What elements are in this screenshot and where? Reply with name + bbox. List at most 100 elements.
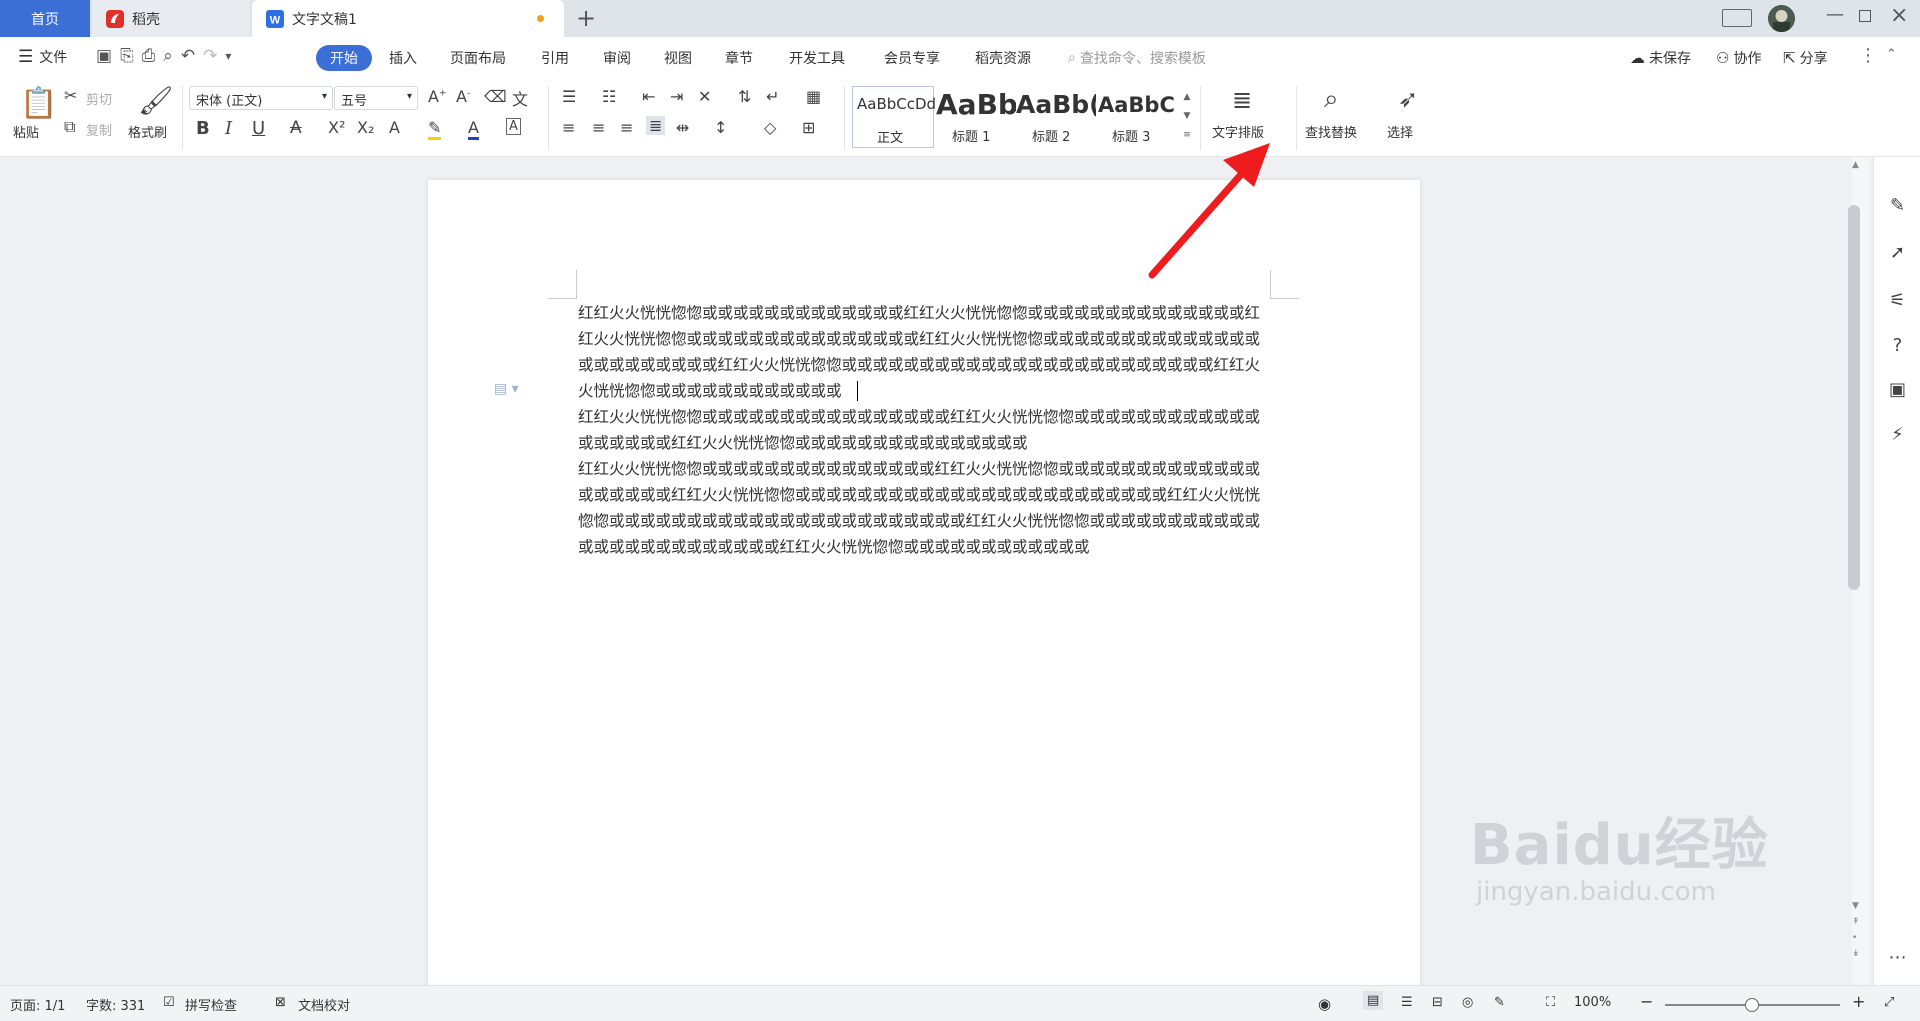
collab-button[interactable]: ⚇ 协作 — [1716, 48, 1761, 68]
word-count[interactable]: 字数: 331 — [86, 995, 145, 1014]
paragraph-2[interactable]: 红红火火恍恍惚惚或或或或或或或或或或或或或或或或红红火火恍恍惚惚或或或或或或或或… — [578, 404, 1270, 456]
format-painter-button[interactable]: 格式刷 — [128, 122, 167, 141]
command-search[interactable]: ⌕ 查找命令、搜索模板 — [1068, 48, 1206, 68]
page-count[interactable]: 页面: 1/1 — [10, 995, 65, 1014]
sort-icon[interactable]: ⇅ — [738, 87, 751, 106]
align-right-icon[interactable]: ≡ — [620, 118, 633, 137]
tab-home[interactable]: 首页 — [0, 0, 90, 37]
avatar[interactable] — [1768, 5, 1795, 32]
justify-icon[interactable]: ≣ — [646, 116, 666, 135]
underline-icon[interactable]: U — [252, 118, 265, 139]
find-replace-icon[interactable]: ⌕ — [1324, 84, 1339, 115]
font-family-select[interactable]: 宋体 (正文) ▾ — [189, 86, 333, 110]
chevron-up-icon[interactable]: ▲ — [1180, 88, 1194, 107]
italic-icon[interactable]: I — [225, 118, 232, 139]
align-left-icon[interactable]: ≡ — [562, 118, 575, 137]
proofread-button[interactable]: 文档校对 — [298, 995, 350, 1014]
bold-icon[interactable]: B — [196, 118, 210, 139]
save-icon[interactable]: ▣ — [96, 46, 112, 66]
char-border-icon[interactable]: A — [506, 118, 521, 135]
chinese-layout-icon[interactable]: ✕ — [698, 87, 711, 106]
eye-icon[interactable]: ◉ — [1318, 995, 1331, 1013]
zoom-level[interactable]: 100% — [1574, 995, 1611, 1010]
spell-check-checkbox-icon[interactable]: ☑ — [163, 995, 175, 1010]
pointer-icon[interactable]: ➚ — [1874, 242, 1920, 263]
style-normal[interactable]: AaBbCcDd 正文 — [852, 86, 936, 148]
copy-icon[interactable]: ⧉ — [64, 117, 75, 137]
paragraph-3[interactable]: 红红火火恍恍惚惚或或或或或或或或或或或或或或或红红火火恍恍惚惚或或或或或或或或或… — [578, 456, 1270, 560]
tab-daoke[interactable]: 稻壳 — [92, 0, 250, 37]
subscript-icon[interactable]: X₂ — [357, 118, 374, 137]
adjust-icon[interactable]: ⚟ — [1874, 290, 1920, 311]
zoom-in-icon[interactable]: + — [1852, 992, 1865, 1011]
more-dots-icon[interactable]: ⋯ — [1874, 947, 1920, 968]
scrollbar-thumb[interactable] — [1848, 205, 1860, 590]
font-color-icon[interactable]: A — [468, 118, 479, 140]
text-layout-icon[interactable]: ≣ — [1232, 86, 1252, 114]
select-button[interactable]: 选择 — [1387, 122, 1413, 141]
more-icon[interactable]: ⋮ — [1859, 45, 1877, 66]
tab-daoke-resources[interactable]: 稻壳资源 — [975, 48, 1031, 68]
tab-review[interactable]: 审阅 — [603, 48, 631, 68]
paste-button[interactable]: 粘贴 — [13, 122, 39, 141]
paragraph-1[interactable]: 红红火火恍恍惚惚或或或或或或或或或或或或或红红火火恍恍惚惚或或或或或或或或或或或… — [578, 300, 1270, 404]
shading-icon[interactable]: ◇ — [764, 118, 776, 137]
export-pdf-icon[interactable]: ⎘ — [120, 46, 134, 66]
tab-page-layout[interactable]: 页面布局 — [450, 48, 506, 68]
tab-references[interactable]: 引用 — [541, 48, 569, 68]
unsaved-button[interactable]: ☁ 未保存 — [1630, 48, 1691, 68]
help-icon[interactable]: ? — [1874, 335, 1920, 356]
share-button[interactable]: ⇱ 分享 — [1783, 48, 1828, 68]
distributed-icon[interactable]: ⇹ — [676, 118, 689, 137]
fullscreen-icon[interactable]: ⤢ — [1884, 995, 1894, 1010]
cut-icon[interactable]: ✂ — [64, 86, 77, 105]
find-replace-button[interactable]: 查找替换 — [1305, 122, 1357, 141]
chevron-down-icon[interactable]: ▼ — [1180, 107, 1194, 126]
line-spacing-icon[interactable]: ↕ — [714, 118, 727, 137]
grow-font-icon[interactable]: A+ — [428, 87, 447, 106]
paste-icon[interactable]: 📋 — [20, 86, 57, 121]
restore-icon[interactable] — [1859, 10, 1871, 22]
zoom-out-icon[interactable]: − — [1640, 992, 1653, 1011]
reading-view-icon[interactable]: ⊟ — [1432, 995, 1443, 1010]
paragraph-mark-icon[interactable]: ↵ — [766, 87, 779, 106]
image-tool-icon[interactable]: ▣ — [1874, 379, 1920, 400]
document-body[interactable]: 红红火火恍恍惚惚或或或或或或或或或或或或或红红火火恍恍惚惚或或或或或或或或或或或… — [578, 300, 1270, 560]
customize-toolbar-icon[interactable]: ▾ — [225, 49, 231, 66]
paragraph-layout-icon[interactable]: ▤ ▾ — [494, 381, 519, 397]
style-heading-2[interactable]: AaBb( 标题 2 — [1016, 86, 1096, 148]
tab-chapter[interactable]: 章节 — [725, 48, 753, 68]
undo-icon[interactable]: ↶ — [181, 46, 195, 66]
zoom-slider-handle[interactable] — [1745, 998, 1759, 1012]
select-cursor-icon[interactable]: ➶ — [1398, 85, 1418, 113]
print-icon[interactable]: ⎙ — [142, 46, 156, 66]
outline-view-icon[interactable]: ☰ — [1401, 995, 1413, 1010]
file-menu[interactable]: ☰ 文件 — [18, 47, 67, 67]
scroll-page-controls[interactable]: ▼ ↟ • ↡ — [1852, 898, 1860, 962]
spell-check-button[interactable]: 拼写检查 — [185, 995, 237, 1014]
superscript-icon[interactable]: X² — [328, 118, 345, 137]
minimize-icon[interactable]: — — [1826, 4, 1844, 25]
table-grid-icon[interactable]: ▦ — [806, 87, 821, 106]
tab-developer[interactable]: 开发工具 — [789, 48, 845, 68]
highlight-icon[interactable]: ✎ — [428, 118, 442, 140]
style-heading-1[interactable]: AaBb 标题 1 — [936, 86, 1016, 148]
tab-insert[interactable]: 插入 — [389, 48, 417, 68]
edit-icon[interactable]: ✎ — [1874, 195, 1920, 216]
font-size-select[interactable]: 五号 ▾ — [334, 86, 418, 110]
close-icon[interactable]: × — [1890, 3, 1908, 28]
bullet-list-icon[interactable]: ☰ — [562, 87, 576, 106]
phonetic-guide-icon[interactable]: 文 — [512, 86, 528, 110]
copy-button[interactable]: 复制 — [86, 120, 112, 139]
tab-view[interactable]: 视图 — [664, 48, 692, 68]
tab-document[interactable]: W 文字文稿1 — [252, 0, 564, 37]
lightning-icon[interactable]: ⚡ — [1874, 424, 1920, 445]
web-view-icon[interactable]: ◎ — [1462, 995, 1473, 1010]
tab-start[interactable]: 开始 — [316, 45, 372, 71]
redo-icon[interactable]: ↷ — [203, 46, 217, 66]
strikethrough-icon[interactable]: A — [290, 118, 302, 138]
borders-icon[interactable]: ⊞ — [802, 118, 815, 137]
clear-format-icon[interactable]: ⌫ — [484, 87, 507, 106]
numbered-list-icon[interactable]: ☷ — [602, 87, 616, 106]
increase-indent-icon[interactable]: ⇥ — [670, 87, 683, 106]
